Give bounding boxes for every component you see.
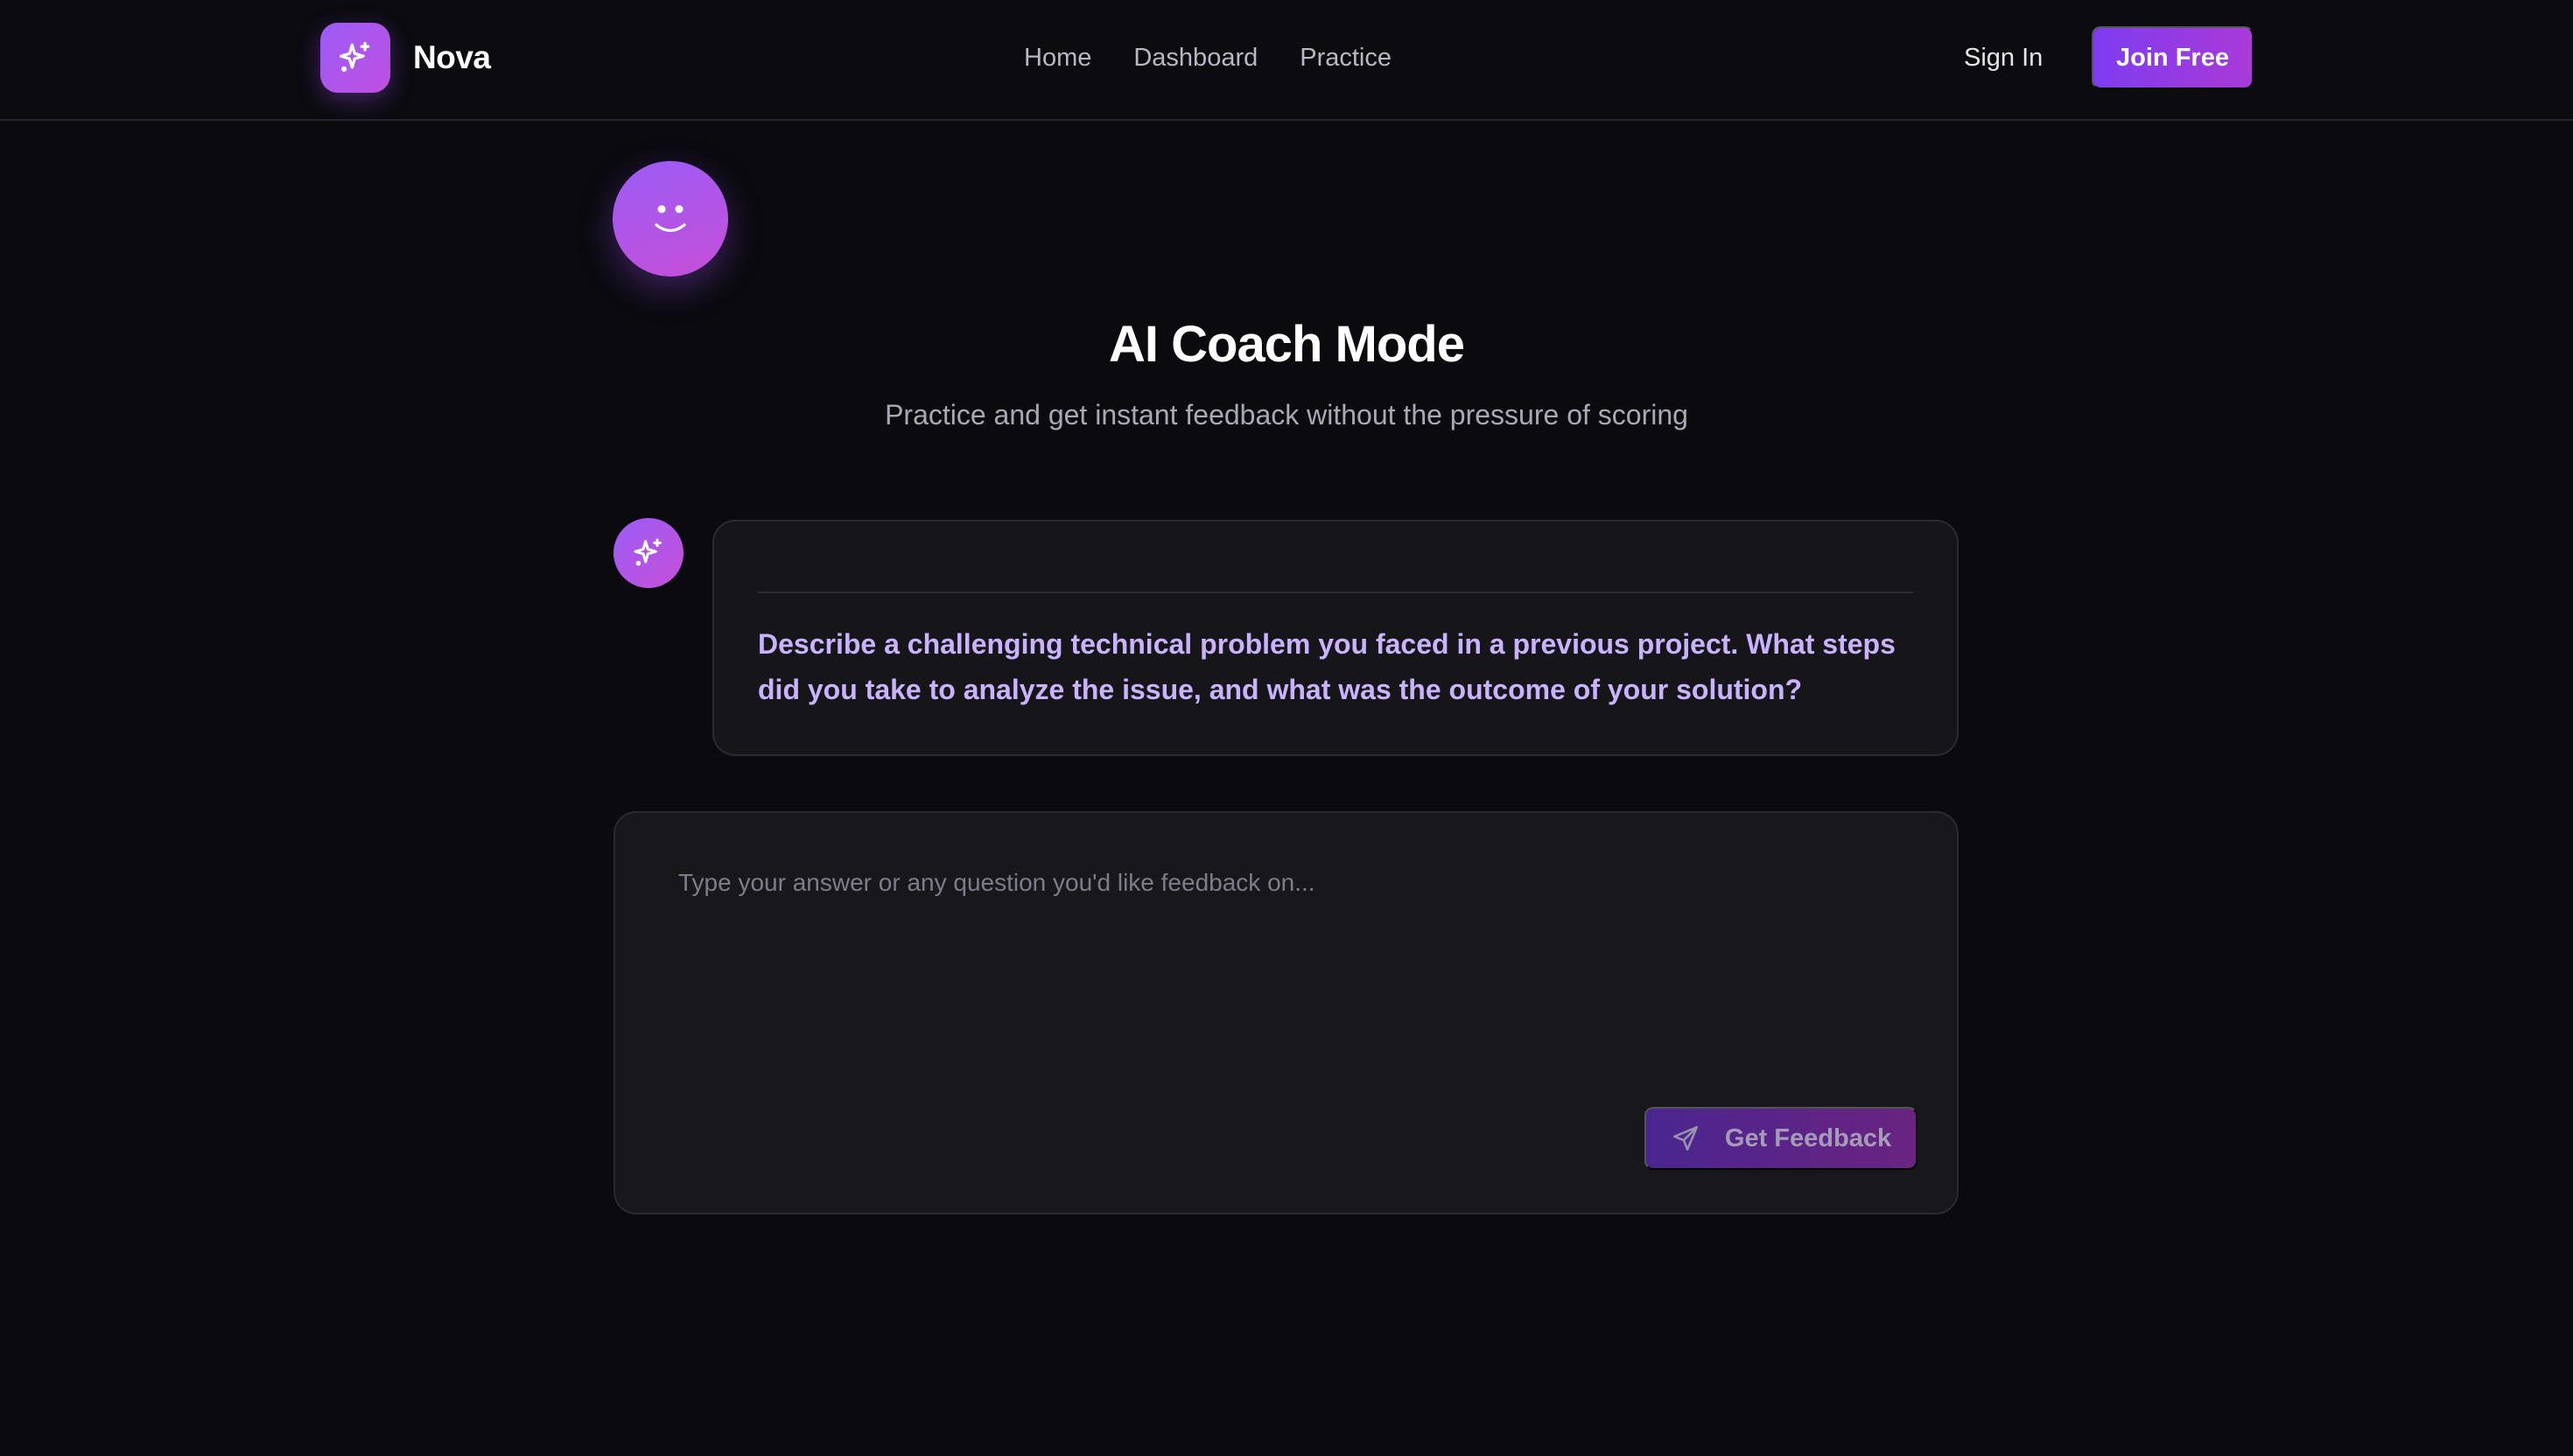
coach-bot-avatar: [613, 518, 684, 588]
sparkles-icon: [634, 538, 662, 566]
brand[interactable]: Nova: [320, 23, 491, 93]
nav-link-practice[interactable]: Practice: [1300, 35, 1392, 80]
main-nav: Home Dashboard Practice: [1024, 35, 1392, 80]
send-icon: [1672, 1125, 1698, 1152]
sparkles-icon: [320, 23, 390, 93]
answer-input[interactable]: [678, 865, 1895, 1040]
page-subtitle: Practice and get instant feedback withou…: [885, 399, 1688, 430]
brand-name: Nova: [413, 39, 491, 75]
nav-link-dashboard[interactable]: Dashboard: [1133, 35, 1258, 80]
join-free-button[interactable]: Join Free: [2092, 26, 2254, 89]
question-text: Describe a challenging technical problem…: [758, 628, 1896, 705]
question-card: Describe a challenging technical problem…: [712, 520, 1959, 756]
sign-in-link[interactable]: Sign In: [1964, 35, 2043, 80]
get-feedback-label: Get Feedback: [1724, 1124, 1892, 1152]
nav-link-home[interactable]: Home: [1024, 35, 1091, 80]
page-title: AI Coach Mode: [1109, 316, 1465, 373]
smiley-face-icon: [613, 161, 728, 276]
top-navbar: Nova Home Dashboard Practice Sign In Joi…: [0, 0, 2573, 121]
divider: [758, 592, 1913, 593]
answer-card: Get Feedback: [613, 811, 1959, 1214]
get-feedback-button[interactable]: Get Feedback: [1644, 1107, 1917, 1170]
